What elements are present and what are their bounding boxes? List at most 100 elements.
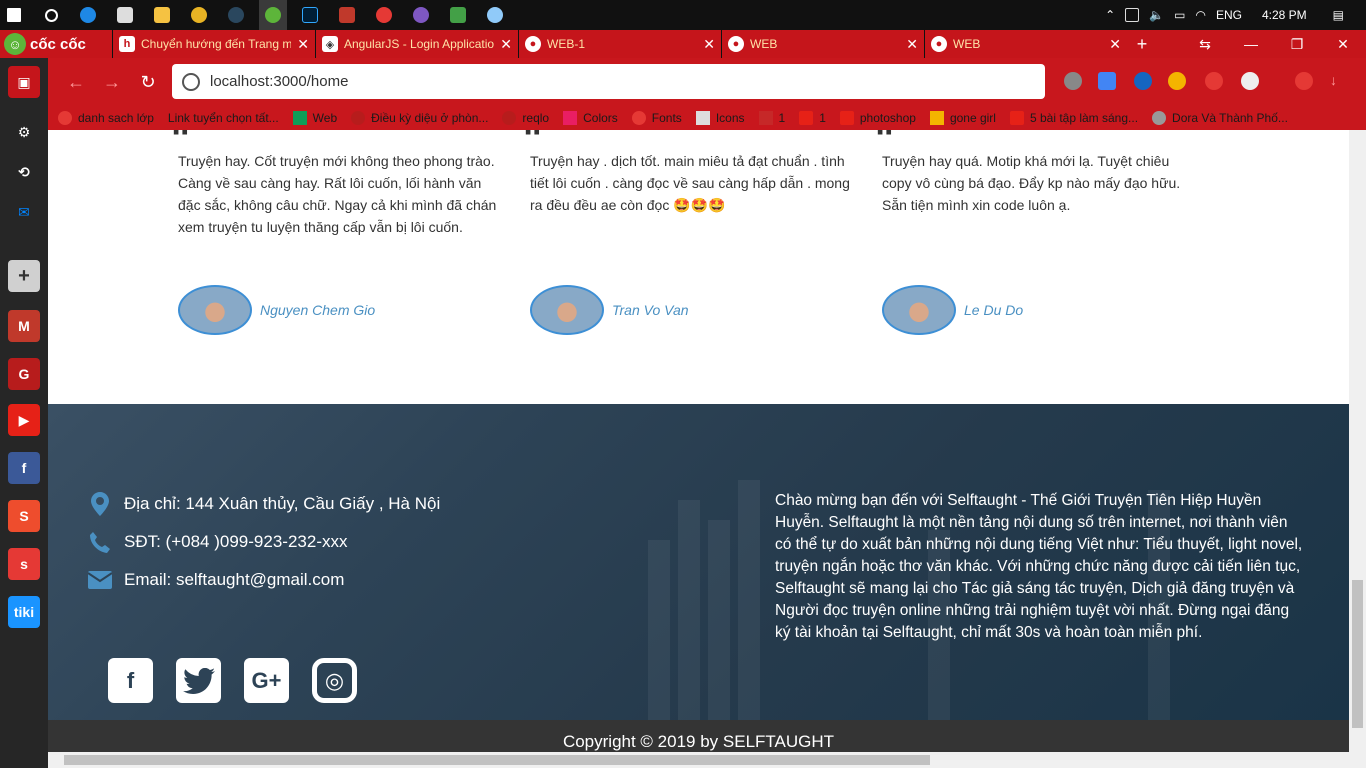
bookmark-item[interactable]: gone girl <box>929 111 996 125</box>
close-tab-icon[interactable]: ✕ <box>906 36 918 53</box>
chevron-up-icon[interactable]: ⌃ <box>1105 8 1115 22</box>
paint-icon[interactable] <box>481 0 509 30</box>
vertical-scrollbar[interactable] <box>1349 130 1366 752</box>
language-indicator[interactable]: ENG <box>1216 8 1242 22</box>
twitter-icon[interactable] <box>176 658 221 703</box>
bookmark-item[interactable]: Colors <box>563 111 618 125</box>
bookmark-item[interactable]: Icons <box>695 111 745 125</box>
add-sidebar-app-icon[interactable]: + <box>8 260 40 292</box>
email-text[interactable]: Email: selftaught@gmail.com <box>124 570 344 590</box>
close-window-button[interactable]: ✕ <box>1320 30 1366 58</box>
bookmark-item[interactable]: Web <box>292 111 337 125</box>
notifications-icon[interactable]: ▤ <box>1333 8 1344 22</box>
scrollbar-thumb[interactable] <box>1352 580 1363 728</box>
bookmark-item[interactable]: reqlo <box>502 111 549 125</box>
google-plus-icon[interactable]: G+ <box>244 658 289 703</box>
avatar <box>530 285 604 335</box>
history-icon[interactable]: ⟲ <box>8 156 40 188</box>
volume-icon[interactable]: 🔈 <box>1149 8 1164 22</box>
settings-gear-icon[interactable]: ⚙ <box>8 116 40 148</box>
google-icon[interactable]: G <box>8 358 40 390</box>
edge-icon[interactable] <box>74 0 102 30</box>
facebook-icon[interactable]: f <box>8 452 40 484</box>
clock[interactable]: 4:28 PM <box>1262 8 1307 22</box>
chrome-ext-icon[interactable] <box>1168 72 1186 90</box>
gmail-icon[interactable]: M <box>8 310 40 342</box>
back-arrows-icon[interactable]: ⇆ <box>1182 30 1228 58</box>
phone-text: SĐT: (+084 )099-923-232-xxx <box>124 532 348 551</box>
globe-favicon: ● <box>728 36 744 52</box>
bookmark-item[interactable]: Điều kỳ diệu ở phòn... <box>351 111 488 125</box>
instagram-icon[interactable]: ◎ <box>312 658 357 703</box>
url-text: localhost:3000/home <box>210 73 349 90</box>
close-tab-icon[interactable]: ✕ <box>703 36 715 53</box>
bookmark-item[interactable]: 5 bài tập làm sáng... <box>1009 111 1138 125</box>
close-tab-icon[interactable]: ✕ <box>500 36 512 53</box>
maximize-button[interactable]: ❐ <box>1274 30 1320 58</box>
tiki-icon[interactable]: tiki <box>8 596 40 628</box>
sendo-icon[interactable]: s <box>8 548 40 580</box>
horizontal-scrollbar[interactable] <box>48 752 1366 768</box>
minimize-button[interactable]: — <box>1228 30 1274 58</box>
app-icon[interactable] <box>370 0 398 30</box>
tab-title: WEB <box>953 37 981 51</box>
author-name: Nguyen Chem Gio <box>260 302 376 318</box>
tab-3[interactable]: ● WEB-1 ✕ <box>518 30 721 58</box>
tray-app-icon[interactable] <box>1125 8 1140 22</box>
app-multicolor-icon[interactable] <box>444 0 472 30</box>
browser-toolbar: ← → ↻ localhost:3000/home ↓ <box>48 58 1366 106</box>
battery-icon[interactable]: ▭ <box>1174 8 1185 22</box>
address-bar[interactable]: localhost:3000/home <box>172 64 1045 99</box>
bookmark-item[interactable]: Dora Và Thành Phố... <box>1152 111 1288 125</box>
tab-2[interactable]: ◈ AngularJS - Login Applicatio ✕ <box>315 30 518 58</box>
coccoc-brand[interactable]: ☺ cốc cốc <box>0 30 112 58</box>
messenger-icon[interactable]: ✉ <box>8 196 40 228</box>
coccoc-taskbar-icon[interactable] <box>259 0 287 30</box>
garena-icon[interactable] <box>333 0 361 30</box>
chrome-icon[interactable] <box>185 0 213 30</box>
back-arrow-icon[interactable]: ← <box>58 72 94 93</box>
tab-4[interactable]: ● WEB ✕ <box>721 30 924 58</box>
tab-5[interactable]: ● WEB ✕ <box>924 30 1127 58</box>
fonts-icon <box>631 111 646 125</box>
file-explorer-icon[interactable] <box>148 0 176 30</box>
steam-icon[interactable] <box>222 0 250 30</box>
bookmark-item[interactable]: photoshop <box>839 111 916 125</box>
youtube-icon[interactable]: ▶ <box>8 404 40 436</box>
wifi-icon[interactable]: ◠ <box>1195 8 1205 22</box>
close-tab-icon[interactable]: ✕ <box>297 36 309 53</box>
store-icon[interactable] <box>111 0 139 30</box>
app-purple-icon[interactable] <box>407 0 435 30</box>
forward-arrow-icon[interactable]: → <box>94 72 130 93</box>
bookmark-item[interactable]: Fonts <box>631 111 682 125</box>
reload-icon[interactable]: ↻ <box>130 72 166 93</box>
tab-strip: ☺ cốc cốc h Chuyển hướng đến Trang m ✕ ◈… <box>0 30 1366 58</box>
web-page: " Truyện hay. Cốt truyện mới không theo … <box>48 130 1349 752</box>
tab-title: Chuyển hướng đến Trang m <box>141 37 292 51</box>
close-tab-icon[interactable]: ✕ <box>1109 36 1121 53</box>
profile-icon[interactable] <box>1295 72 1313 90</box>
facebook-icon[interactable]: f <box>108 658 153 703</box>
shopee-icon[interactable]: S <box>8 500 40 532</box>
testimonial-text: Truyện hay quá. Motip khá mới lạ. Tuyệt … <box>882 153 1181 213</box>
windows-start-icon[interactable] <box>0 0 28 30</box>
new-tab-button[interactable]: + <box>1127 30 1157 58</box>
bookmark-item[interactable]: Link tuyển chọn tất... <box>168 111 279 125</box>
tab-1[interactable]: h Chuyển hướng đến Trang m ✕ <box>112 30 315 58</box>
sidebar-toggle-icon[interactable]: ▣ <box>8 66 40 98</box>
extension-c-icon[interactable] <box>1134 72 1152 90</box>
bookmark-item[interactable]: 1 <box>799 111 826 125</box>
translate-icon[interactable] <box>1098 72 1116 90</box>
extension-icon[interactable] <box>1064 72 1082 90</box>
photoshop-icon[interactable] <box>296 0 324 30</box>
scrollbar-thumb[interactable] <box>64 755 930 765</box>
bookmark-item[interactable]: 1 <box>758 111 785 125</box>
site-info-icon[interactable] <box>182 72 200 91</box>
clock-ext-icon[interactable] <box>1241 72 1259 90</box>
search-icon[interactable] <box>37 0 65 30</box>
download-icon[interactable]: ↓ <box>1330 72 1348 90</box>
yab-icon[interactable] <box>1205 72 1223 90</box>
bookmark-item[interactable]: danh sach lớp <box>58 111 154 125</box>
footer-email: Email: selftaught@gmail.com <box>88 568 344 592</box>
youtube-icon <box>1009 111 1024 125</box>
